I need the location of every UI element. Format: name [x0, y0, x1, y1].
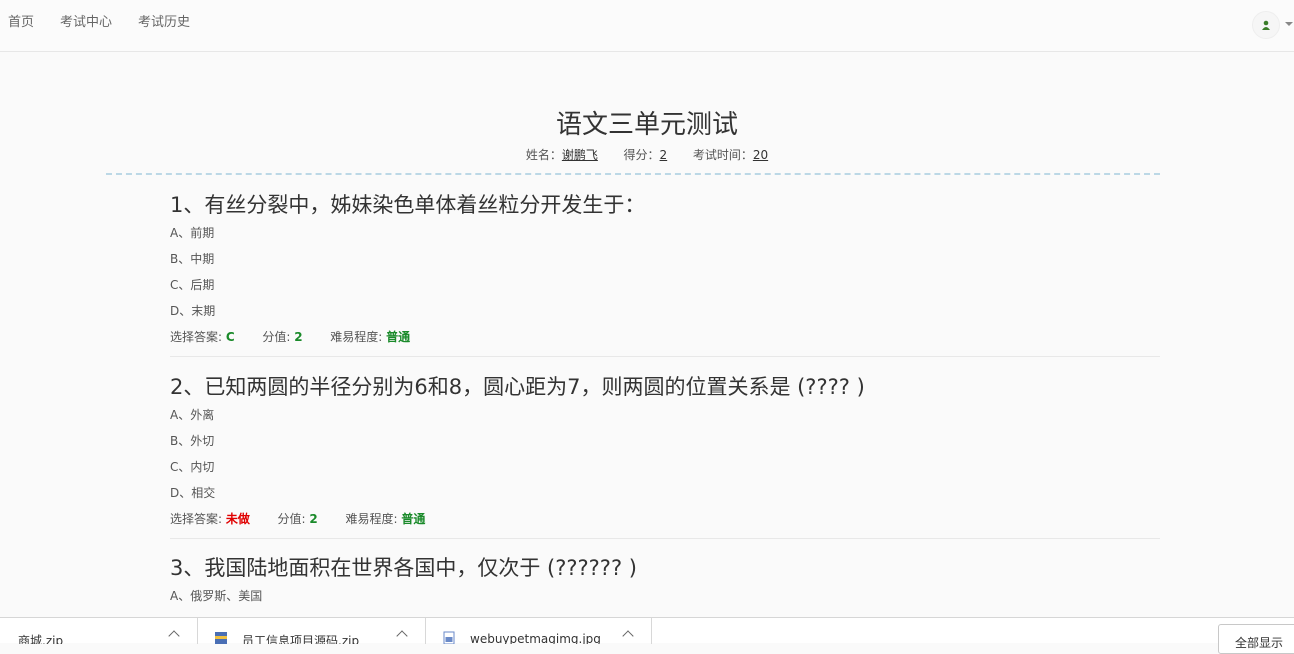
difficulty-label: 难易程度: [330, 330, 383, 344]
show-all-downloads-button[interactable]: 全部显示 [1218, 624, 1294, 654]
chevron-up-icon[interactable] [168, 630, 180, 642]
nav-home[interactable]: 首页 [8, 11, 34, 30]
title-divider [106, 173, 1160, 175]
option-b: B、中期 [170, 252, 215, 266]
selected-answer-label: 选择答案: [170, 512, 223, 526]
time-label: 考试时间： [692, 148, 753, 162]
option-a: A、前期 [170, 226, 215, 240]
selected-answer-label: 选择答案: [170, 330, 223, 344]
score-label: 分值: [277, 512, 306, 526]
chevron-up-icon[interactable] [622, 630, 634, 642]
download-filename: webuypetmagimg.jpg [470, 632, 601, 644]
question-divider [170, 356, 1160, 357]
question-title: 2、已知两圆的半径分别为6和8，圆心距为7，则两圆的位置关系是 (???? ) [170, 375, 865, 399]
option-c: C、内切 [170, 460, 215, 474]
question-title: 1、有丝分裂中，姊妹染色单体着丝粒分开发生于： [170, 193, 646, 217]
score-label: 分值: [262, 330, 291, 344]
download-item-3[interactable]: webuypetmagimg.jpg [426, 618, 652, 644]
option-d: D、末期 [170, 304, 216, 318]
user-avatar[interactable] [1252, 11, 1280, 39]
question-footer: 选择答案: 未做 分值: 2 难易程度: 普通 [170, 506, 1160, 532]
nav-exam-center[interactable]: 考试中心 [60, 11, 112, 30]
selected-answer-value: 未做 [225, 512, 250, 526]
archive-file-icon [215, 632, 227, 644]
main-nav: 首页 考试中心 考试历史 [0, 0, 208, 40]
option-a: A、俄罗斯、美国 [170, 589, 263, 603]
user-menu-caret-icon[interactable] [1285, 22, 1293, 26]
option-b: B、外切 [170, 434, 215, 448]
top-navbar: 首页 考试中心 考试历史 [0, 0, 1294, 52]
question-title: 3、我国陆地面积在世界各国中，仅次于 (?????? ) [170, 556, 637, 580]
exam-meta: 姓名：谢鹏飞 得分：2 考试时间：20 [0, 146, 1294, 163]
option-c: C、后期 [170, 278, 215, 292]
option-a: A、外离 [170, 408, 215, 422]
nav-exam-history[interactable]: 考试历史 [138, 11, 190, 30]
score-value: 2 [659, 148, 668, 162]
name-label: 姓名： [525, 148, 562, 162]
question-footer: 选择答案: C 分值: 2 难易程度: 普通 [170, 324, 1160, 350]
download-filename: 商城.zip [18, 634, 64, 644]
image-file-icon [443, 631, 455, 644]
difficulty-value: 普通 [386, 330, 411, 344]
selected-answer-value: C [225, 330, 235, 344]
question-divider [170, 538, 1160, 539]
question-1: 1、有丝分裂中，姊妹染色单体着丝粒分开发生于： A、前期 B、中期 C、后期 D… [170, 190, 1160, 357]
download-item-1[interactable]: 商城.zip [0, 618, 198, 644]
difficulty-value: 普通 [401, 512, 426, 526]
score-value: 2 [309, 512, 318, 526]
exam-title: 语文三单元测试 [555, 110, 738, 140]
download-filename: 员工信息项目源码.zip [242, 634, 360, 644]
user-icon [1262, 20, 1270, 30]
question-2: 2、已知两圆的半径分别为6和8，圆心距为7，则两圆的位置关系是 (???? ) … [170, 372, 1160, 539]
difficulty-label: 难易程度: [345, 512, 398, 526]
score-label: 得分： [623, 148, 660, 162]
download-item-2[interactable]: 员工信息项目源码.zip [198, 618, 426, 644]
option-d: D、相交 [170, 486, 216, 500]
chevron-up-icon[interactable] [396, 630, 408, 642]
name-value: 谢鹏飞 [561, 148, 598, 162]
question-3: 3、我国陆地面积在世界各国中，仅次于 (?????? ) A、俄罗斯、美国 [170, 553, 1160, 609]
score-value: 2 [294, 330, 303, 344]
download-bar: 商城.zip 员工信息项目源码.zip webuypetmagimg.jpg 全… [0, 617, 1294, 654]
time-value: 20 [752, 148, 769, 162]
